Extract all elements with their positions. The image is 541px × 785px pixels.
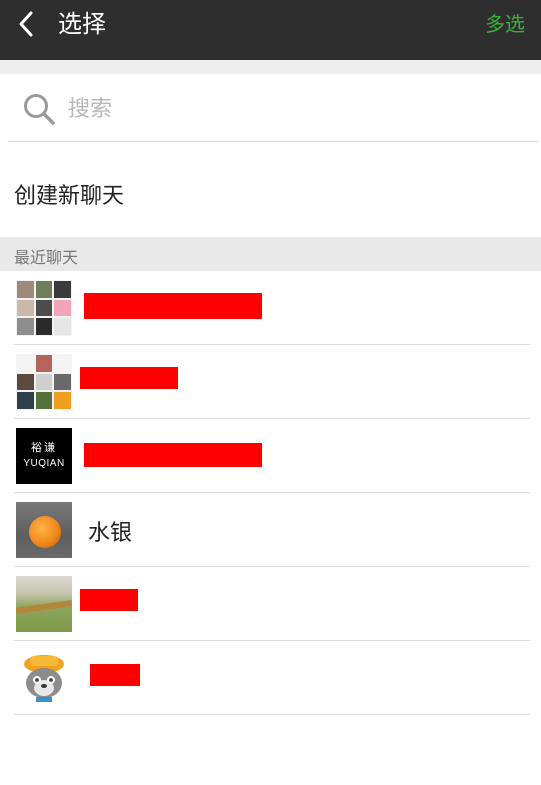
chat-name: 水银	[88, 521, 133, 546]
search-input[interactable]	[68, 89, 508, 129]
recent-chats-label: 最近聊天	[14, 248, 79, 267]
title-bar: 选择 多选	[0, 0, 541, 60]
top-gap	[0, 60, 541, 74]
avatar	[16, 576, 72, 632]
recent-chat-list: 裕谦 YUQIAN 水银	[0, 271, 541, 715]
group-avatar	[16, 354, 72, 410]
chat-row[interactable]	[0, 345, 541, 419]
cartoon-wolf-icon	[24, 655, 64, 702]
chat-row[interactable]: 水银	[0, 493, 541, 567]
search-icon	[24, 94, 55, 125]
chat-row[interactable]	[0, 641, 541, 715]
create-new-chat-item[interactable]: 创建新聊天	[0, 142, 541, 234]
page-title: 选择	[58, 10, 106, 38]
search-bar[interactable]	[8, 76, 538, 142]
group-avatar	[16, 280, 72, 336]
avatar	[16, 650, 72, 706]
avatar-logo-text-en: YUQIAN	[23, 458, 65, 469]
chat-row[interactable]	[0, 271, 541, 345]
redaction-mark	[80, 589, 138, 611]
redaction-mark	[90, 664, 140, 686]
recent-chats-header: 最近聊天	[0, 237, 541, 271]
avatar	[16, 502, 72, 558]
chat-row[interactable]: 裕谦 YUQIAN	[0, 419, 541, 493]
chat-row[interactable]	[0, 567, 541, 641]
redaction-mark	[84, 293, 262, 319]
avatar-road	[16, 600, 72, 614]
redaction-mark	[84, 443, 262, 467]
redaction-mark	[80, 367, 178, 389]
avatar: 裕谦 YUQIAN	[16, 428, 72, 484]
back-arrow-icon[interactable]	[14, 10, 42, 38]
avatar-logo-text-cn: 裕谦	[31, 441, 57, 454]
multi-select-button[interactable]: 多选	[485, 8, 525, 40]
create-new-chat-label: 创建新聊天	[14, 184, 125, 209]
orange-fruit	[29, 516, 61, 548]
